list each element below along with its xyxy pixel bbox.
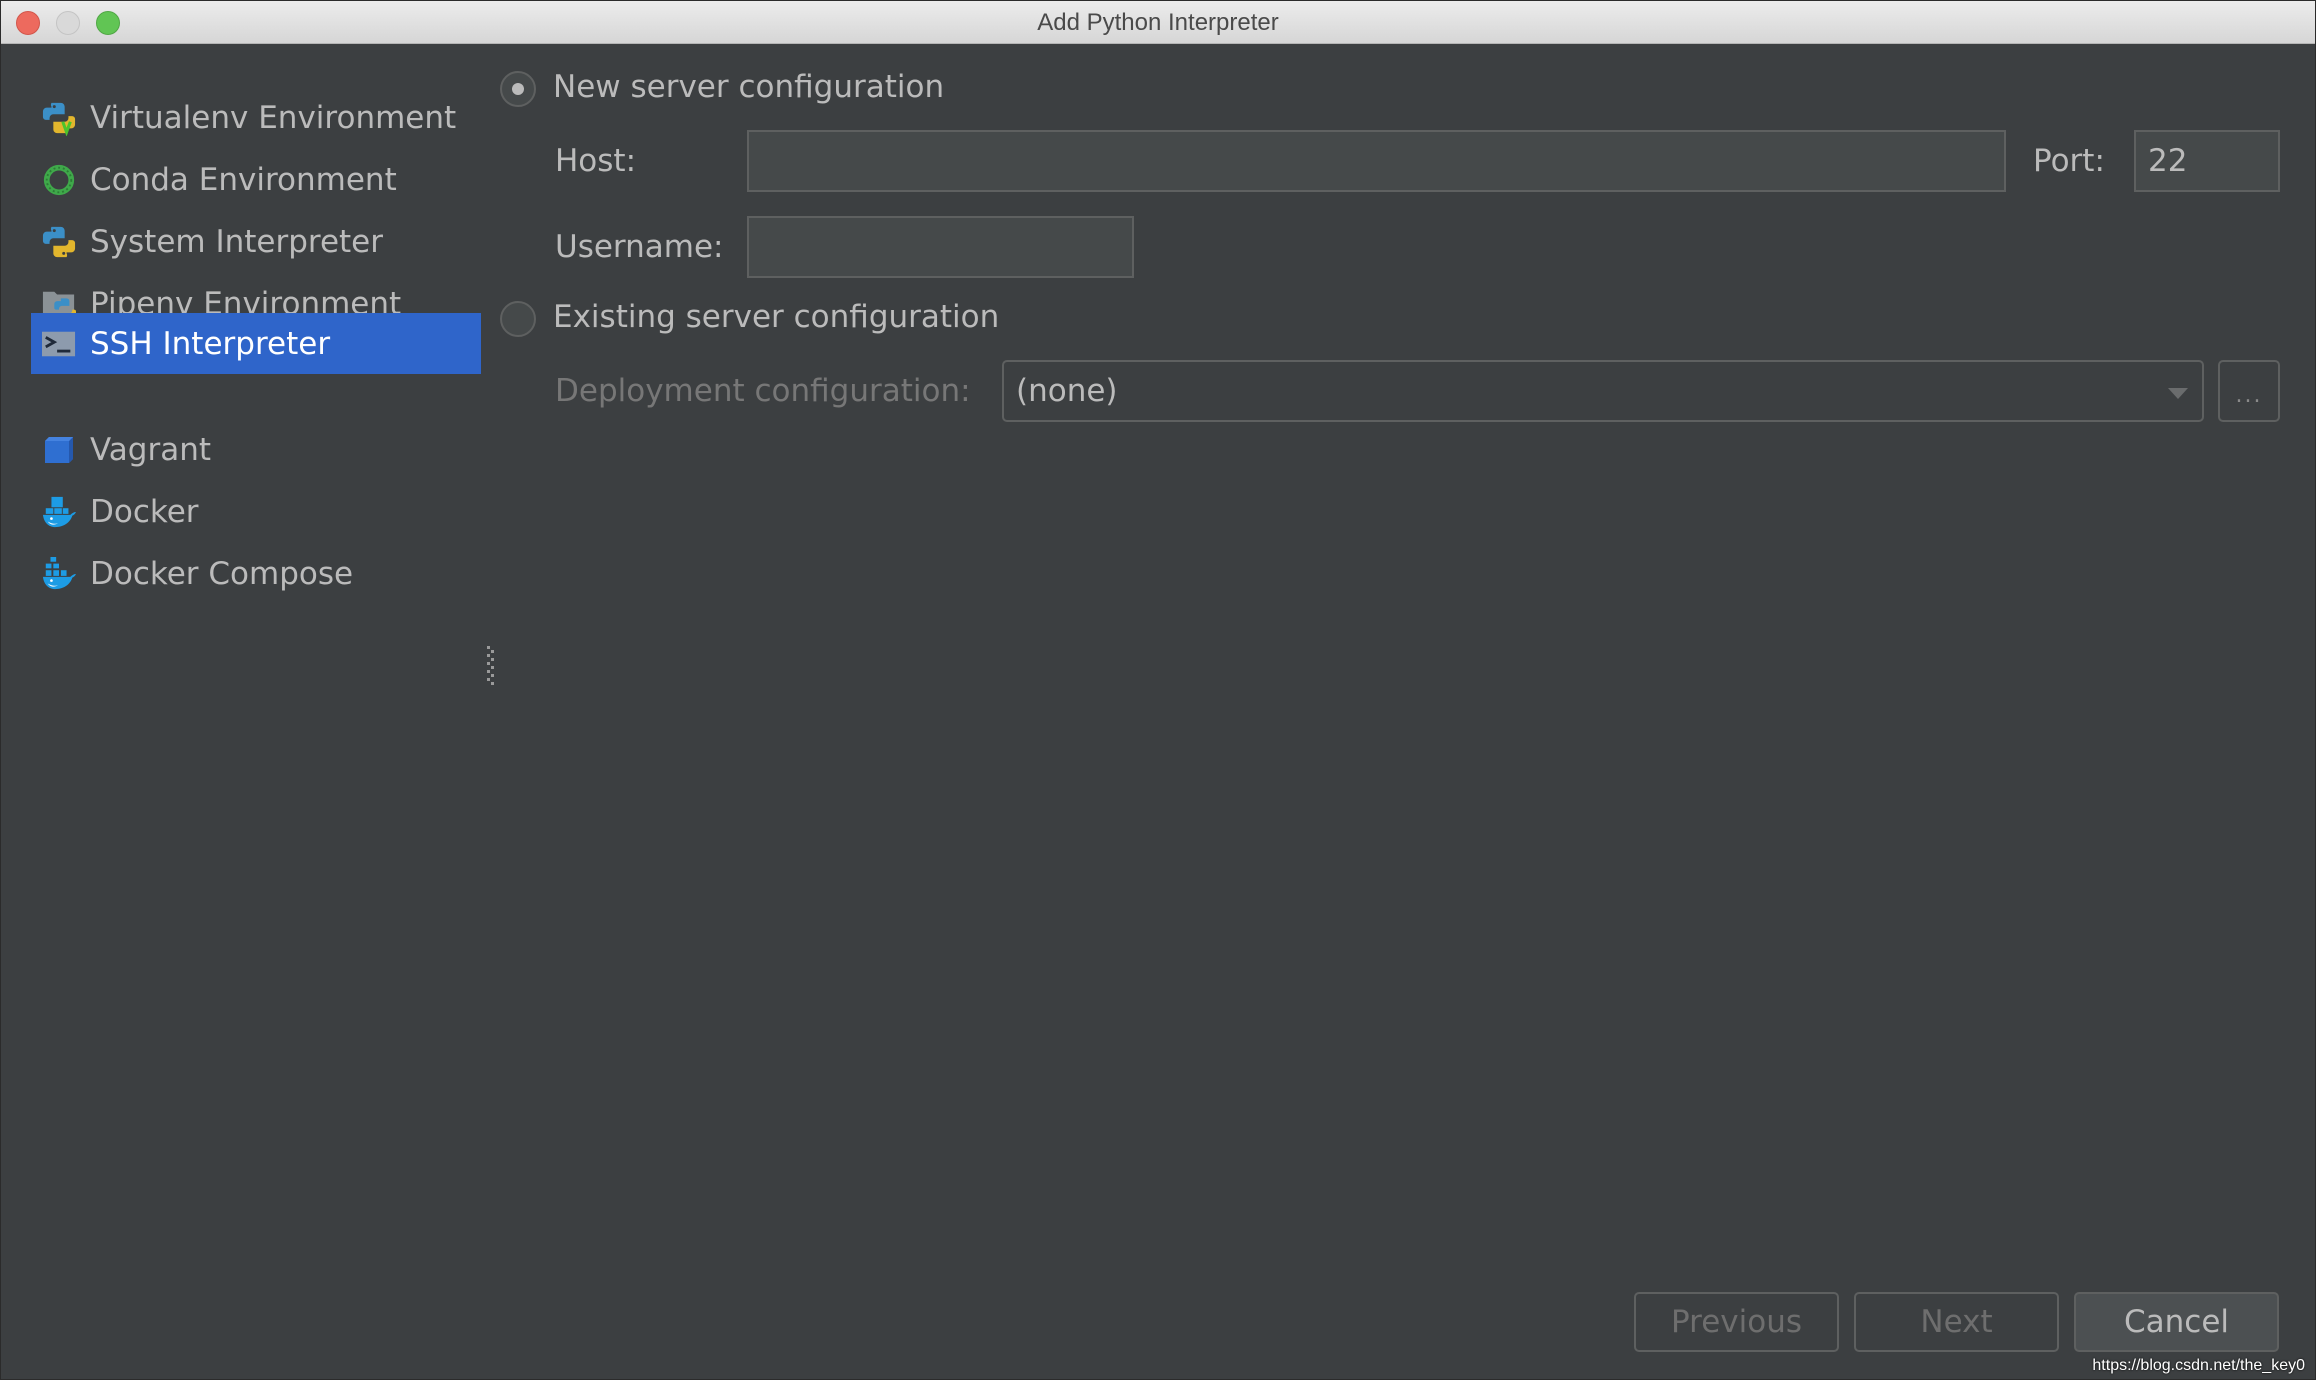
port-input[interactable] xyxy=(2134,130,2280,192)
sidebar-item-docker-compose[interactable]: Docker Compose xyxy=(31,543,481,604)
sidebar-item-virtualenv[interactable]: Virtualenv Environment xyxy=(31,87,481,148)
deployment-configuration-value: (none) xyxy=(1016,373,1118,409)
username-label: Username: xyxy=(555,229,724,265)
username-input[interactable] xyxy=(747,216,1134,278)
browse-deployment-button[interactable]: ... xyxy=(2218,360,2280,422)
sidebar-item-label: Conda Environment xyxy=(90,161,397,198)
next-button[interactable]: Next xyxy=(1854,1292,2059,1352)
sidebar-item-ssh-interpreter[interactable]: SSH Interpreter xyxy=(31,313,481,374)
sidebar-item-docker[interactable]: Docker xyxy=(31,481,481,542)
sidebar-item-system-interpreter[interactable]: System Interpreter xyxy=(31,211,481,272)
terminal-prompt-icon xyxy=(42,327,76,361)
sidebar-item-label: Docker xyxy=(90,493,199,530)
chevron-down-icon xyxy=(2168,388,2188,399)
window-title: Add Python Interpreter xyxy=(1037,9,1279,36)
python-virtualenv-icon xyxy=(42,101,76,136)
host-input[interactable] xyxy=(747,130,2006,192)
deployment-configuration-dropdown[interactable]: (none) xyxy=(1002,360,2204,422)
sidebar-item-label: Vagrant xyxy=(90,431,212,468)
watermark-text: https://blog.csdn.net/the_key0 xyxy=(2092,1357,2305,1374)
port-label: Port: xyxy=(2033,143,2105,179)
add-python-interpreter-dialog: Add Python Interpreter Virtualenv Enviro… xyxy=(0,0,2316,1380)
existing-server-radio[interactable] xyxy=(500,301,536,337)
sidebar-item-label: System Interpreter xyxy=(90,223,384,260)
docker-compose-whale-icon xyxy=(42,556,76,591)
title-bar: Add Python Interpreter xyxy=(1,1,2315,44)
deployment-configuration-label: Deployment configuration: xyxy=(555,373,971,409)
conda-ring-icon xyxy=(42,163,76,197)
host-label: Host: xyxy=(555,143,637,179)
previous-button[interactable]: Previous xyxy=(1634,1292,1839,1352)
python-icon xyxy=(42,225,76,259)
sidebar-item-label: Docker Compose xyxy=(90,555,354,592)
docker-whale-icon xyxy=(42,495,76,529)
sidebar-item-label: Virtualenv Environment xyxy=(90,99,457,136)
sidebar-item-vagrant[interactable]: Vagrant xyxy=(31,419,481,480)
sidebar-item-label: SSH Interpreter xyxy=(90,325,331,362)
splitter-handle[interactable] xyxy=(485,646,495,686)
cancel-button[interactable]: Cancel xyxy=(2074,1292,2279,1352)
vagrant-cube-icon xyxy=(42,433,76,467)
new-server-radio[interactable] xyxy=(500,71,536,107)
existing-server-label: Existing server configuration xyxy=(553,299,1000,335)
interpreter-type-list: Virtualenv Environment Conda Environment xyxy=(1,45,491,1380)
sidebar-item-conda[interactable]: Conda Environment xyxy=(31,149,481,210)
new-server-label: New server configuration xyxy=(553,69,945,105)
